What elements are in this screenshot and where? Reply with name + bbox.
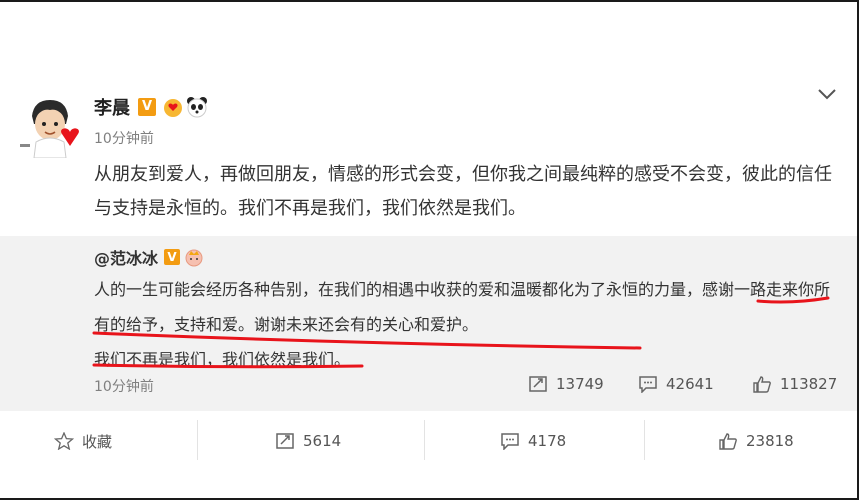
post-text: 从朋友到爱人，再做回朋友，情感的形式会变，但你我之间最纯粹的感受不会变，彼此的信… — [94, 164, 832, 219]
repost-icon — [276, 433, 294, 449]
repost-button[interactable]: 5614 — [275, 426, 341, 456]
post-time[interactable]: 10分钟前 — [94, 128, 154, 148]
comment-icon — [501, 433, 519, 450]
repost-repost-count[interactable]: 13749 — [528, 375, 604, 393]
repost-author-row: @范冰冰 V — [94, 244, 204, 270]
repost-count: 5614 — [303, 432, 342, 450]
window-top-border — [0, 0, 859, 2]
action-divider — [644, 420, 645, 460]
favorite-label: 收藏 — [82, 432, 113, 451]
action-divider — [197, 420, 198, 460]
comment-button[interactable]: 4178 — [500, 426, 566, 456]
like-button[interactable]: 23818 — [718, 426, 794, 456]
repost-text-line2: 我们不再是我们，我们依然是我们。 — [94, 350, 351, 369]
repost-author-name[interactable]: @范冰冰 — [94, 245, 158, 269]
repost-like-count[interactable]: 113827 — [752, 375, 837, 393]
repost-text: 人的一生可能会经历各种告别，在我们的相遇中收获的爱和温暖都化为了永恒的力量，感谢… — [94, 272, 834, 377]
like-icon — [719, 433, 737, 450]
repost-like-value: 113827 — [780, 375, 838, 393]
comment-icon — [639, 376, 657, 393]
star-icon — [54, 432, 74, 450]
author-row: 李晨 V — [94, 94, 208, 120]
repost-comment-value: 42641 — [666, 375, 714, 393]
repost-comment-count[interactable]: 42641 — [638, 375, 714, 393]
repost-time[interactable]: 10分钟前 — [94, 376, 154, 396]
favorite-button[interactable]: 收藏 — [54, 426, 112, 456]
hand-heart-icon — [164, 99, 182, 117]
avatar[interactable] — [18, 94, 82, 158]
like-count: 23818 — [746, 432, 794, 450]
chevron-down-icon[interactable] — [815, 86, 839, 102]
repost-text-main: 人的一生可能会经历各种告别，在我们的相遇中收获的爱和温暖都化为了永恒的力量，感谢… — [94, 280, 831, 334]
repost-repost-value: 13749 — [556, 375, 604, 393]
verified-v-icon: V — [138, 98, 156, 116]
comment-count: 4178 — [528, 432, 567, 450]
repost-icon — [529, 376, 547, 392]
like-icon — [753, 376, 771, 393]
verified-v-icon: V — [164, 249, 181, 265]
crown-badge-icon — [185, 249, 203, 267]
action-divider — [424, 420, 425, 460]
panda-icon — [187, 97, 207, 118]
author-name[interactable]: 李晨 — [94, 94, 130, 120]
